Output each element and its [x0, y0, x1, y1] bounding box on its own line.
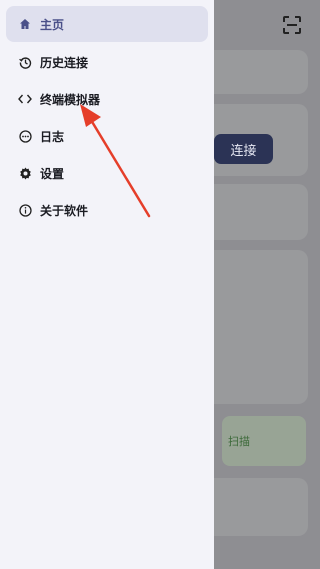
gear-icon [18, 166, 32, 180]
code-icon [18, 92, 32, 106]
drawer-item-settings[interactable]: 设置 [6, 155, 208, 191]
drawer-item-label: 主页 [40, 17, 65, 32]
log-icon [18, 129, 32, 143]
scan-icon[interactable] [283, 16, 301, 34]
drawer-item-about[interactable]: 关于软件 [6, 192, 208, 228]
background-card [200, 184, 308, 240]
drawer-item-label: 日志 [40, 129, 65, 144]
drawer-item-log[interactable]: 日志 [6, 118, 208, 154]
drawer-item-label: 历史连接 [40, 55, 89, 70]
info-icon [18, 203, 32, 217]
drawer-item-home[interactable]: 主页 [6, 6, 208, 42]
background-card [200, 478, 308, 536]
scan-card-text: 扫描 [228, 435, 250, 448]
background-card [200, 50, 308, 94]
history-icon [18, 55, 32, 69]
drawer-item-label: 终端模拟器 [40, 92, 101, 107]
drawer-item-label: 关于软件 [40, 203, 89, 218]
drawer-item-terminal[interactable]: 终端模拟器 [6, 81, 208, 117]
drawer-item-history[interactable]: 历史连接 [6, 44, 208, 80]
drawer-item-label: 设置 [40, 166, 65, 181]
navigation-drawer: 主页 历史连接 终端模拟器 日志 设置 关于软件 [0, 0, 214, 569]
background-card [200, 250, 308, 404]
home-icon [18, 17, 32, 31]
connect-button[interactable]: 连接 [214, 134, 273, 164]
